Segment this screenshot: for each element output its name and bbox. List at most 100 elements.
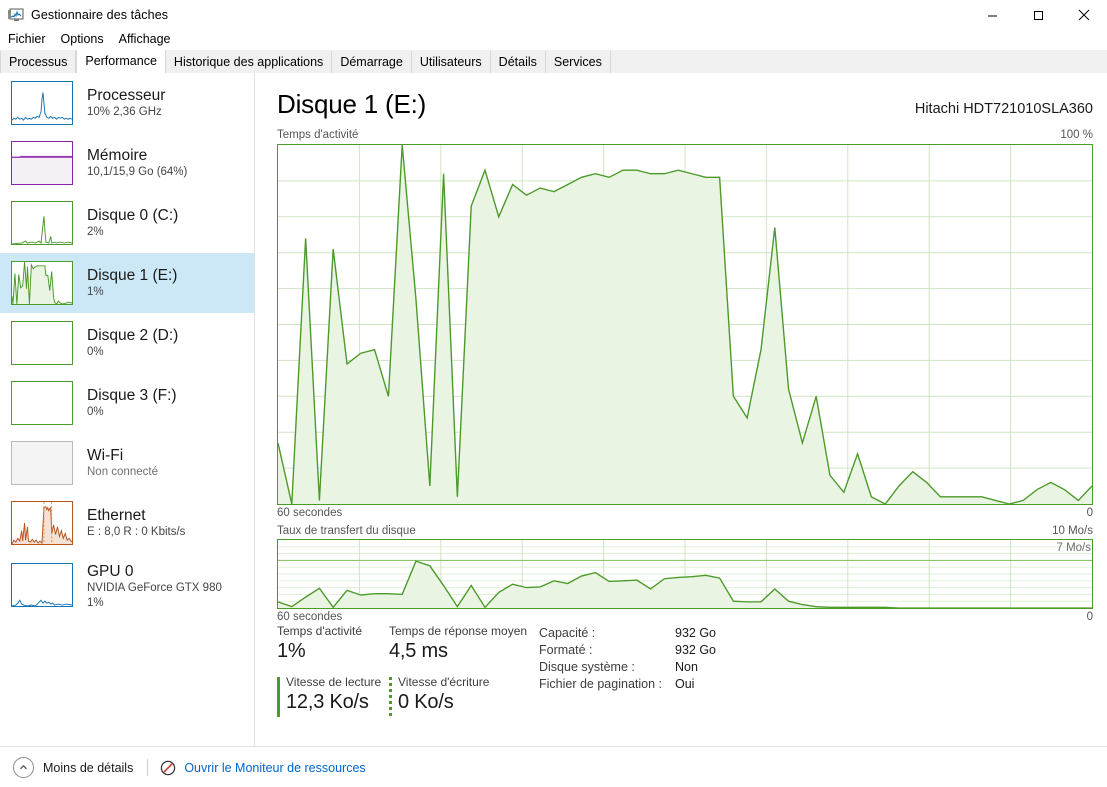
stat-read-speed: Vitesse de lecture 12,3 Ko/s [277, 675, 382, 717]
open-resource-monitor-link[interactable]: Ouvrir le Moniteur de ressources [184, 761, 365, 775]
stat-label: Vitesse de lecture [286, 675, 382, 689]
write-speed-color-bar [389, 677, 392, 717]
sidebar-cpu-labels: Processeur 10% 2,36 GHz [87, 87, 165, 119]
sidebar-item-sub: Non connecté [87, 466, 158, 479]
memory-thumbnail-graph [11, 141, 73, 185]
activity-graph-min-label: 0 [1086, 507, 1093, 519]
menu-fichier[interactable]: Fichier [1, 30, 53, 48]
activity-graph-label: Temps d'activité [277, 129, 359, 141]
tab-historique-des-applications[interactable]: Historique des applications [165, 51, 333, 73]
menu-bar: Fichier Options Affichage [0, 28, 1107, 49]
chevron-up-icon[interactable] [13, 757, 34, 778]
sidebar-item-sub: 10,1/15,9 Go (64%) [87, 166, 188, 179]
panel-header: Disque 1 (E:) Hitachi HDT721010SLA360 [277, 89, 1093, 123]
footer-divider [147, 759, 149, 776]
transfer-graph-max-label: 10 Mo/s [1052, 525, 1093, 537]
tab-details[interactable]: Détails [490, 51, 546, 73]
sidebar-wifi-labels: Wi-Fi Non connecté [87, 447, 158, 479]
wifi-thumbnail-graph [11, 441, 73, 485]
sidebar-disk2-labels: Disque 2 (D:) 0% [87, 327, 178, 359]
stat-label: Vitesse d'écriture [398, 675, 490, 689]
sidebar-item-sub: 1% [87, 286, 104, 299]
info-value-capacite: 932 Go [675, 626, 717, 640]
sidebar-item-disk-2-d[interactable]: Disque 2 (D:) 0% [0, 313, 254, 373]
title-bar: Gestionnaire des tâches [0, 0, 1107, 30]
sidebar-item-disk-0-c[interactable]: Disque 0 (C:) 2% [0, 193, 254, 253]
disk0-thumbnail-graph [11, 201, 73, 245]
tab-processus[interactable]: Processus [0, 51, 77, 73]
menu-affichage[interactable]: Affichage [112, 30, 178, 48]
gpu-thumbnail-graph [11, 563, 73, 607]
stat-value: 0 Ko/s [398, 691, 454, 713]
sidebar-item-label: Disque 3 (F:) [87, 386, 177, 404]
sidebar-item-gpu-0[interactable]: GPU 0 NVIDIA GeForce GTX 980 1% [0, 553, 254, 613]
menu-options[interactable]: Options [54, 30, 111, 48]
sidebar-item-memory[interactable]: Mémoire 10,1/15,9 Go (64%) [0, 133, 254, 193]
info-key-fichier-pagination: Fichier de pagination : [539, 677, 662, 691]
disk-info-table: Capacité : 932 Go Formaté : 932 Go Disqu… [539, 626, 716, 691]
sidebar-ethernet-labels: Ethernet E : 8,0 R : 0 Kbits/s [87, 507, 185, 539]
page-title: Disque 1 (E:) [277, 89, 427, 119]
resource-sidebar[interactable]: Processeur 10% 2,36 GHz Mémoire 10,1/15,… [0, 73, 255, 746]
sidebar-item-ethernet[interactable]: Ethernet E : 8,0 R : 0 Kbits/s [0, 493, 254, 553]
info-value-fichier-pagination: Oui [675, 677, 695, 691]
sidebar-item-disk-1-e[interactable]: Disque 1 (E:) 1% [0, 253, 254, 313]
sidebar-item-sub: 0% [87, 346, 104, 359]
transfer-graph-scale-label: 7 Mo/s [1056, 542, 1091, 554]
sidebar-disk0-labels: Disque 0 (C:) 2% [87, 207, 178, 239]
sidebar-item-label: Mémoire [87, 146, 148, 164]
sidebar-item-disk-3-f[interactable]: Disque 3 (F:) 0% [0, 373, 254, 433]
footer-bar: Moins de détails Ouvrir le Moniteur de r… [0, 746, 1107, 787]
transfer-graph-min-label: 0 [1086, 611, 1093, 623]
stat-value: 12,3 Ko/s [286, 691, 369, 713]
minimize-button[interactable] [969, 0, 1015, 30]
tab-performance[interactable]: Performance [76, 50, 166, 73]
window-controls [969, 0, 1107, 30]
tab-services[interactable]: Services [545, 51, 611, 73]
ethernet-thumbnail-graph [11, 501, 73, 545]
stat-avg-response: Temps de réponse moyen 4,5 ms [389, 624, 527, 663]
info-value-disque-systeme: Non [675, 660, 698, 674]
stat-label: Temps d'activité [277, 624, 362, 638]
disk1-thumbnail-graph [11, 261, 73, 305]
sidebar-item-label: Disque 0 (C:) [87, 206, 179, 224]
task-manager-icon [8, 7, 24, 23]
tab-demarrage[interactable]: Démarrage [332, 51, 412, 73]
sidebar-disk1-labels: Disque 1 (E:) 1% [87, 267, 177, 299]
activity-graph-svg [278, 145, 1092, 504]
transfer-graph-axis-row: 60 secondes 0 [277, 611, 1093, 623]
tab-strip: Processus Performance Historique des app… [0, 50, 1107, 74]
cpu-thumbnail-graph [11, 81, 73, 125]
sidebar-item-sub: 10% 2,36 GHz [87, 106, 162, 119]
sidebar-memory-labels: Mémoire 10,1/15,9 Go (64%) [87, 147, 187, 179]
sidebar-item-label: Disque 2 (D:) [87, 326, 179, 344]
info-key-formate: Formaté : [539, 643, 593, 657]
transfer-graph-x-label: 60 secondes [277, 611, 343, 623]
sidebar-item-sub: NVIDIA GeForce GTX 980 [87, 582, 222, 595]
transfer-graph [277, 539, 1093, 609]
info-key-disque-systeme: Disque système : [539, 660, 635, 674]
sidebar-item-label: GPU 0 [87, 563, 134, 580]
read-speed-color-bar [277, 677, 280, 717]
tab-utilisateurs[interactable]: Utilisateurs [411, 51, 491, 73]
sidebar-item-label: Disque 1 (E:) [87, 266, 178, 284]
less-details-button[interactable]: Moins de détails [43, 761, 133, 775]
sidebar-item-sub2: 1% [87, 597, 104, 610]
content-area: Processeur 10% 2,36 GHz Mémoire 10,1/15,… [0, 73, 1107, 746]
sidebar-disk3-labels: Disque 3 (F:) 0% [87, 387, 177, 419]
disk3-thumbnail-graph [11, 381, 73, 425]
sidebar-gpu-labels: GPU 0 NVIDIA GeForce GTX 980 1% [87, 563, 222, 610]
activity-graph [277, 144, 1093, 505]
sidebar-item-cpu[interactable]: Processeur 10% 2,36 GHz [0, 73, 254, 133]
activity-graph-max-label: 100 % [1060, 129, 1093, 141]
stat-value: 1% [277, 640, 306, 662]
resource-monitor-icon [160, 760, 176, 776]
maximize-button[interactable] [1015, 0, 1061, 30]
close-button[interactable] [1061, 0, 1107, 30]
activity-graph-x-label: 60 secondes [277, 507, 343, 519]
sidebar-item-label: Wi-Fi [87, 446, 124, 464]
performance-panel: Disque 1 (E:) Hitachi HDT721010SLA360 Te… [255, 73, 1107, 746]
sidebar-item-wifi[interactable]: Wi-Fi Non connecté [0, 433, 254, 493]
sidebar-item-label: Ethernet [87, 506, 146, 524]
task-manager-window: Gestionnaire des tâches Fichier Options … [0, 0, 1107, 787]
